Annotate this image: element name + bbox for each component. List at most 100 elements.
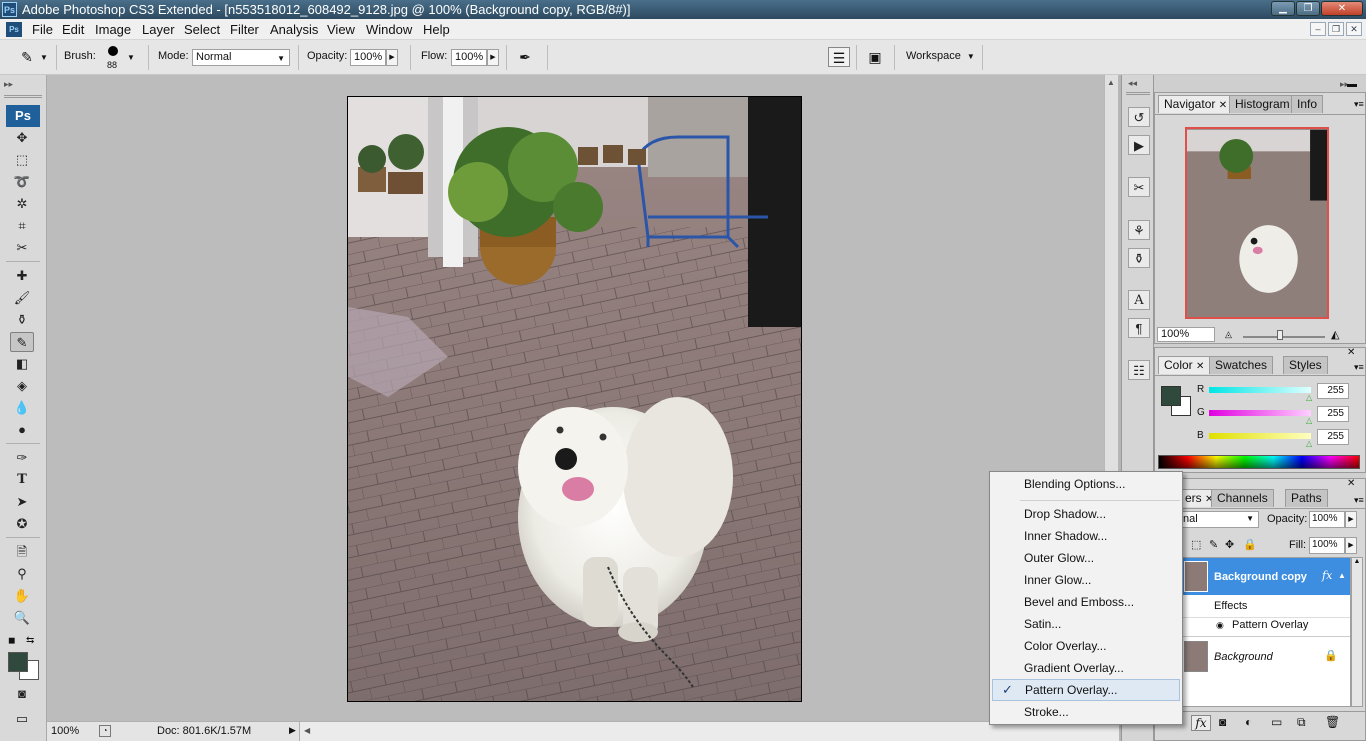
history-panel-icon[interactable]: ↺ bbox=[1128, 107, 1150, 127]
new-layer-icon[interactable]: ⧉ bbox=[1297, 715, 1306, 730]
paint-bucket-tool-icon[interactable]: ◈ bbox=[10, 376, 34, 396]
flow-input[interactable]: 100% bbox=[451, 49, 487, 66]
slice-tool-icon[interactable]: ✂ bbox=[10, 238, 34, 258]
flow-slider-arrow-icon[interactable]: ▶ bbox=[487, 49, 499, 66]
scroll-left-arrow-icon[interactable]: ◀ bbox=[304, 726, 310, 735]
marquee-tool-icon[interactable]: ⬚ bbox=[10, 150, 34, 170]
ps-badge-icon[interactable]: Ps bbox=[6, 105, 40, 127]
status-menu-arrow-icon[interactable]: ▶ bbox=[289, 725, 296, 736]
menu-item-pattern-overlay[interactable]: ✓ Pattern Overlay... bbox=[992, 679, 1180, 701]
clone-source-panel-icon[interactable]: ⚱ bbox=[1128, 248, 1150, 268]
menu-layer[interactable]: Layer bbox=[138, 21, 179, 38]
tab-styles[interactable]: Styles bbox=[1283, 356, 1328, 374]
bridge-icon[interactable]: ▣ bbox=[862, 47, 888, 67]
menu-select[interactable]: Select bbox=[180, 21, 224, 38]
crop-tool-icon[interactable]: ⌗ bbox=[10, 216, 34, 236]
zoom-in-icon[interactable]: ◭ bbox=[1331, 328, 1339, 341]
hand-tool-icon[interactable]: ✋ bbox=[10, 586, 34, 606]
menu-item-inner-glow[interactable]: Inner Glow... bbox=[992, 570, 1180, 592]
effects-collapse-icon[interactable]: ▲ bbox=[1338, 571, 1346, 580]
layer-fill-arrow-icon[interactable]: ▶ bbox=[1345, 537, 1357, 554]
layers-scroll-up-icon[interactable]: ▲ bbox=[1352, 558, 1362, 565]
layer-fill-input[interactable]: 100% bbox=[1309, 537, 1345, 554]
opacity-input[interactable]: 100% bbox=[350, 49, 386, 66]
zoom-level-field[interactable]: 100% bbox=[51, 725, 91, 737]
tab-color[interactable]: Color ✕ bbox=[1158, 356, 1211, 374]
foreground-color-swatch[interactable] bbox=[8, 652, 28, 672]
path-selection-tool-icon[interactable]: ➤ bbox=[10, 492, 34, 512]
document-image[interactable] bbox=[347, 96, 802, 702]
lock-transparency-icon[interactable]: ⬚ bbox=[1191, 538, 1201, 551]
eraser-tool-icon[interactable]: ◧ bbox=[10, 354, 34, 374]
tab-close-icon[interactable]: ✕ bbox=[1196, 361, 1204, 372]
layer-row-background[interactable]: Background 🔒 bbox=[1158, 638, 1350, 675]
add-layer-style-button[interactable]: fx bbox=[1191, 715, 1211, 731]
doc-minimize-button[interactable]: – bbox=[1310, 22, 1326, 36]
channel-r-slider[interactable] bbox=[1209, 387, 1311, 393]
navigator-zoom-input[interactable]: 100% bbox=[1157, 327, 1215, 342]
panel-minimize-icon[interactable]: ▬ bbox=[1347, 79, 1357, 90]
tab-histogram[interactable]: Histogram bbox=[1229, 95, 1296, 113]
airbrush-icon[interactable]: ✒ bbox=[513, 47, 537, 67]
dock-grip[interactable] bbox=[1126, 92, 1150, 95]
layer-opacity-input[interactable]: 100% bbox=[1309, 511, 1345, 528]
blur-tool-icon[interactable]: 💧 bbox=[10, 398, 34, 418]
menu-item-satin[interactable]: Satin... bbox=[992, 614, 1180, 636]
menu-image[interactable]: Image bbox=[91, 21, 135, 38]
history-brush-tool-icon[interactable]: ✎ bbox=[16, 47, 38, 67]
color-panel-menu-icon[interactable]: ▾≡ bbox=[1354, 362, 1364, 373]
document-icon[interactable]: Ps bbox=[6, 22, 22, 37]
eyedropper-tool-icon[interactable]: ⚲ bbox=[10, 564, 34, 584]
brushes-panel-icon[interactable]: ⚘ bbox=[1128, 220, 1150, 240]
layers-panel-menu-icon[interactable]: ▾≡ bbox=[1354, 495, 1364, 506]
close-window-button[interactable]: ✕ bbox=[1321, 1, 1363, 16]
new-group-icon[interactable]: ▭ bbox=[1271, 715, 1282, 729]
brush-tool-icon[interactable]: 🖌 bbox=[10, 288, 34, 308]
layer-comps-panel-icon[interactable]: ☷ bbox=[1128, 360, 1150, 380]
history-brush-tool-button-icon[interactable]: ✎ bbox=[10, 332, 34, 352]
character-panel-icon[interactable]: A bbox=[1128, 290, 1150, 310]
menu-file[interactable]: File bbox=[28, 21, 57, 38]
brush-picker-arrow-icon[interactable]: ▼ bbox=[127, 53, 135, 62]
lock-all-icon[interactable]: 🔒 bbox=[1243, 538, 1257, 551]
status-info-icon[interactable]: ◔ bbox=[99, 725, 111, 737]
menu-item-bevel-and-emboss[interactable]: Bevel and Emboss... bbox=[992, 592, 1180, 614]
default-colors-icon[interactable]: ◼ bbox=[8, 635, 15, 646]
tab-close-icon[interactable]: ✕ bbox=[1219, 100, 1227, 111]
menu-analysis[interactable]: Analysis bbox=[266, 21, 322, 38]
navigator-zoom-slider[interactable] bbox=[1243, 336, 1325, 338]
brush-preview-icon[interactable] bbox=[108, 46, 118, 56]
doc-close-button[interactable]: ✕ bbox=[1346, 22, 1362, 36]
color-panel-close-icon[interactable]: ✕ bbox=[1347, 347, 1355, 358]
delete-layer-icon[interactable]: 🗑 bbox=[1325, 715, 1340, 729]
menu-item-stroke[interactable]: Stroke... bbox=[992, 702, 1180, 724]
healing-brush-tool-icon[interactable]: ✚ bbox=[10, 266, 34, 286]
notes-tool-icon[interactable]: 🗎 bbox=[10, 542, 34, 562]
pen-tool-icon[interactable]: ✑ bbox=[10, 448, 34, 468]
menu-item-color-overlay[interactable]: Color Overlay... bbox=[992, 636, 1180, 658]
menu-item-blending-options[interactable]: Blending Options... bbox=[992, 474, 1180, 496]
effect-visibility-eye-icon[interactable]: ◉ bbox=[1216, 620, 1224, 631]
type-tool-icon[interactable]: T bbox=[10, 470, 34, 490]
layer-fx-icon[interactable]: fx bbox=[1322, 569, 1332, 582]
workspace-button[interactable]: Workspace ▼ bbox=[906, 50, 975, 62]
minimize-window-button[interactable]: ▁ bbox=[1271, 1, 1295, 16]
menu-filter[interactable]: Filter bbox=[226, 21, 263, 38]
channel-g-input[interactable]: 255 bbox=[1317, 406, 1349, 422]
opacity-slider-arrow-icon[interactable]: ▶ bbox=[386, 49, 398, 66]
add-mask-icon[interactable]: ◙ bbox=[1219, 715, 1226, 729]
shape-tool-icon[interactable]: ✪ bbox=[10, 514, 34, 534]
lock-image-icon[interactable]: ✎ bbox=[1209, 538, 1218, 551]
channel-b-slider[interactable] bbox=[1209, 433, 1311, 439]
channel-b-input[interactable]: 255 bbox=[1317, 429, 1349, 445]
menu-help[interactable]: Help bbox=[419, 21, 454, 38]
adjustment-layer-icon[interactable]: ◐ bbox=[1245, 715, 1252, 729]
lock-position-icon[interactable]: ✥ bbox=[1225, 538, 1234, 551]
tab-info[interactable]: Info bbox=[1291, 95, 1324, 113]
maximize-window-button[interactable]: ❐ bbox=[1296, 1, 1320, 16]
zoom-tool-icon[interactable]: 🔍 bbox=[10, 608, 34, 628]
navigator-zoom-thumb[interactable] bbox=[1277, 330, 1283, 340]
effect-pattern-overlay[interactable]: Pattern Overlay bbox=[1232, 619, 1308, 631]
tool-preset-dropdown-arrow-icon[interactable]: ▼ bbox=[40, 53, 48, 62]
layers-scrollbar[interactable]: ▲ bbox=[1351, 557, 1363, 707]
